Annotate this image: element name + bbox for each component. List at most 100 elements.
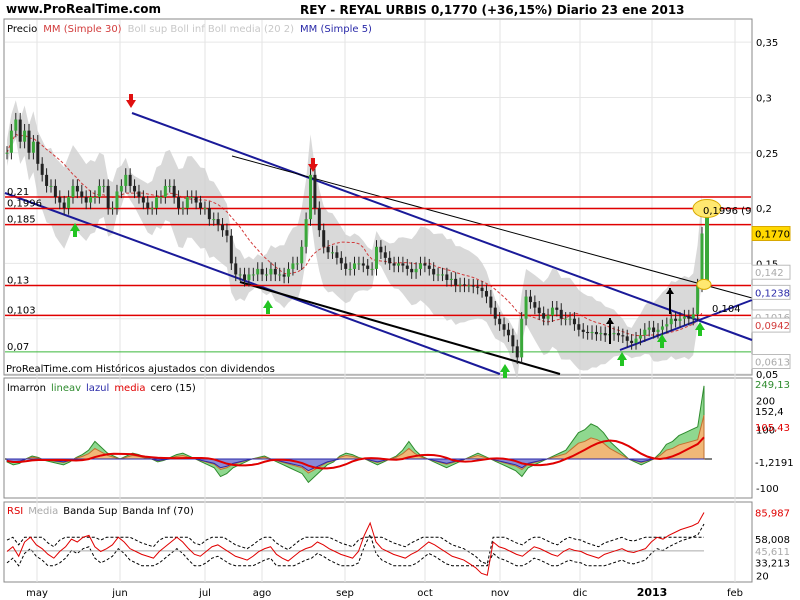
candle-body [669,318,673,325]
candle-body [528,296,532,303]
indicator-right-label: 105,43 [755,423,790,434]
candle-body [454,278,458,286]
candle-body [590,331,594,334]
candle-body [370,268,374,270]
candle-body [353,263,356,269]
candle-body [471,285,475,287]
candle-body [190,197,194,198]
candle-body [674,318,678,321]
indicator-legend-item: lineav [51,383,81,394]
indicator-legend-item: lmarron [7,383,46,394]
month-tick-label: may [26,588,48,599]
candle-body [300,246,304,264]
candle-body [168,185,172,187]
candle-body [31,141,35,153]
candle-body [155,197,159,209]
candle-body [128,174,132,186]
candle-body [656,329,660,332]
price-tick-label: 0,35 [756,38,778,49]
candle-body [480,287,484,292]
price-tick-label: 0,2 [756,204,772,215]
price-tick-label: 0,3 [756,93,772,104]
candle-body [335,252,339,258]
month-tick-label: 2013 [637,586,668,599]
price-right-label: 0,0942 [755,321,790,332]
rsi-legend-item: Banda Sup [63,506,117,517]
candle-body [27,130,31,153]
candle-body [414,268,418,273]
candle-body [388,257,392,264]
annotation-low: 0,104 [712,304,741,315]
buy-arrow-stem [73,231,77,237]
buy-arrow-stem [503,372,507,378]
candle-body [23,130,27,142]
candle-body [295,263,299,265]
candle-body [572,318,576,325]
indicator-legend-item: cero (15) [150,383,195,394]
candle-body [643,329,647,336]
candle-body [493,307,497,319]
candle-body [440,274,444,276]
candle-body [357,263,361,265]
candle-body [476,286,480,288]
buy-arrow-stem [698,330,702,336]
price-legend-item: MM (Simple 30) [43,24,121,35]
candle-body [260,268,264,275]
indicator-right-label: 152,4 [755,407,784,418]
candle-body [396,263,400,266]
candle-body [221,224,225,231]
rsi-right-label: 85,987 [755,509,790,520]
price-right-label: 0,1770 [755,230,790,241]
month-tick-label: jun [111,588,127,599]
last-candle [705,208,709,286]
price-right-label: 0,0613 [755,357,790,368]
candle-body [537,307,541,314]
candle-body [247,274,251,280]
price-right-label: 0,1238 [755,288,790,299]
candle-body [498,318,502,325]
candle-body [273,268,277,275]
candle-body [194,197,198,203]
candle-body [696,285,700,315]
candle-body [177,197,181,209]
candle-body [212,219,216,221]
indicator-panel [3,377,753,499]
candle-body [36,141,40,164]
candle-body [458,284,462,286]
price-legend-item: Boll sup Boll inf Boll media (20 2) [128,24,295,35]
candle-body [265,274,269,276]
candle-body [484,291,488,297]
candle-body [313,174,317,209]
rsi-legend-item: Banda Inf (70) [122,506,194,517]
candle-body [691,314,695,319]
chart-window: www.ProRealTime.com REY - REYAL URBIS 0,… [0,0,800,600]
candle-body [410,268,414,273]
candle-body [317,208,321,231]
level-label: 0,185 [7,215,36,226]
candle-body [282,274,286,277]
candle-body [40,163,44,175]
candle-body [401,263,405,266]
candle-body [291,263,295,269]
candle-body [53,185,57,197]
candle-body [555,307,559,310]
candle-body [625,336,629,341]
candle-body [599,333,603,335]
candle-body [172,185,176,197]
month-tick-label: sep [336,588,354,599]
candle-body [97,185,101,197]
candle-body [84,197,88,203]
candle-body [344,263,348,269]
candle-body [581,329,585,332]
candle-body [45,174,49,186]
candle-body [304,219,308,247]
candle-body [150,208,154,210]
buy-arrow-stem [620,360,624,366]
candle-body [9,130,13,153]
candle-body [594,331,598,335]
month-tick-label: feb [727,588,743,599]
candle-body [502,324,506,330]
candle-body [586,331,590,334]
candle-body [432,268,436,275]
annotation-high: 0,1996 (9 [703,206,751,217]
